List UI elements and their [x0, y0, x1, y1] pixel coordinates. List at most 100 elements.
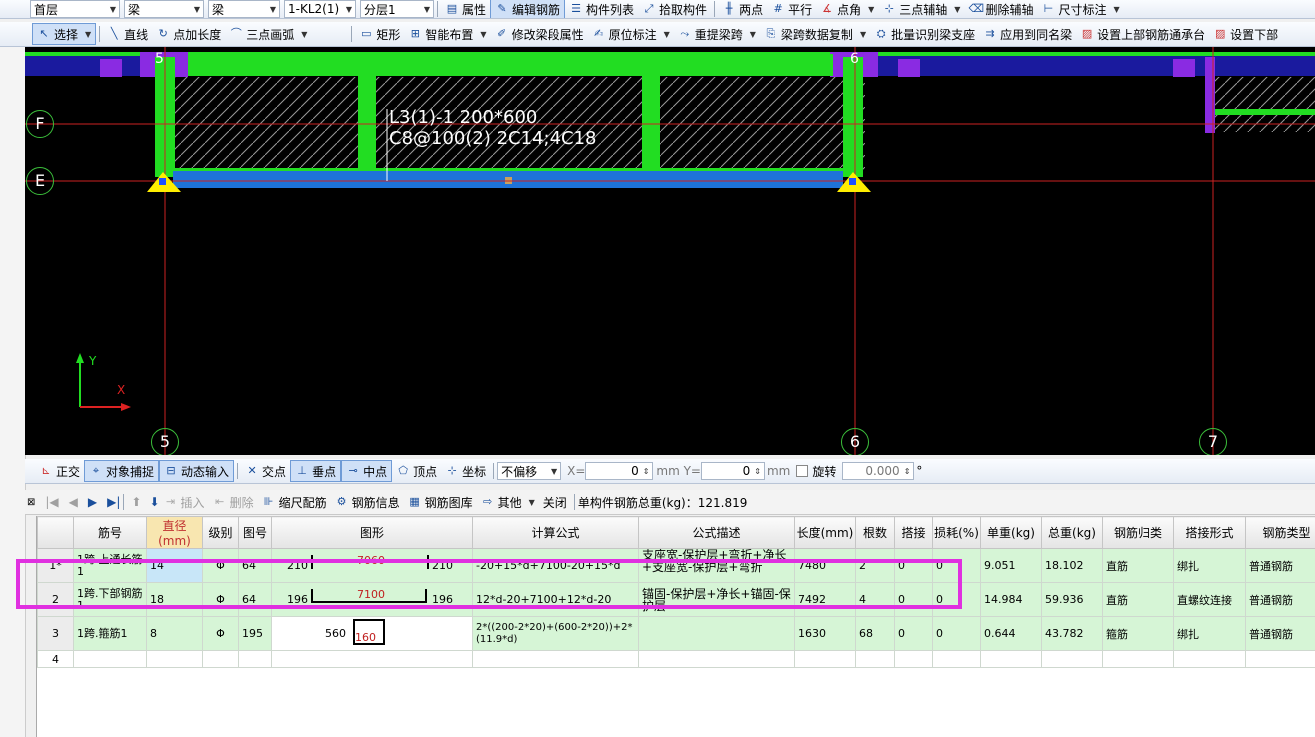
intersection-button[interactable]: ✕ 交点	[241, 461, 290, 481]
line-button[interactable]: ╲ 直线	[103, 24, 152, 44]
cell-loss[interactable]: 0	[932, 548, 981, 583]
cell-lap-type[interactable]: 绑扎	[1173, 616, 1246, 651]
header-name[interactable]: 筋号	[73, 516, 147, 549]
cell-rebar-type[interactable]: 普通钢筋	[1245, 616, 1315, 651]
point-angle-button[interactable]: ∡ 点角 ▼	[816, 0, 878, 18]
header-lap-type[interactable]: 搭接形式	[1173, 516, 1246, 549]
header-shape[interactable]: 图形	[271, 516, 473, 549]
point-length-button[interactable]: ↻ 点加长度	[152, 24, 225, 44]
cell-count[interactable]: 2	[855, 548, 895, 583]
member-list-button[interactable]: ☰ 构件列表	[565, 0, 638, 18]
cell-category[interactable]: 箍筋	[1102, 616, 1174, 651]
dimension-button[interactable]: ⊢ 尺寸标注 ▼	[1037, 0, 1123, 18]
coordinate-button[interactable]: ⊹ 坐标	[441, 461, 490, 481]
cell-category[interactable]: 直筋	[1102, 548, 1174, 583]
cell-loss[interactable]: 0	[932, 582, 981, 617]
empty-cell[interactable]	[146, 650, 203, 668]
cell-length[interactable]: 1630	[794, 616, 856, 651]
empty-cell[interactable]	[202, 650, 239, 668]
cell-diameter[interactable]: 8	[146, 616, 203, 651]
cell-name[interactable]: 1跨.箍筋1	[73, 616, 147, 651]
type1-select[interactable]: 梁 ▼	[124, 0, 204, 18]
perpendicular-button[interactable]: ⊥ 垂点	[290, 460, 342, 482]
original-mark-button[interactable]: ✍ 原位标注 ▼	[588, 24, 674, 44]
header-category[interactable]: 钢筋归类	[1102, 516, 1174, 549]
cell-formula[interactable]: 2*((200-2*20)+(600-2*20))+2*(11.9*d)	[472, 616, 639, 651]
table-row[interactable]: 3 1跨.箍筋1 8 Φ 195 560 160 2*((200-2*20)+(…	[37, 616, 1315, 651]
floor-select[interactable]: 首层 ▼	[30, 0, 120, 18]
two-points-button[interactable]: ╫ 两点	[718, 0, 767, 18]
insert-button[interactable]: ⇥ 插入	[160, 492, 209, 512]
row-index[interactable]: 2	[37, 582, 74, 617]
last-record-icon[interactable]: ▶|	[107, 495, 120, 509]
beam-annotation[interactable]: L3(1)-1 200*600 C8@100(2) 2C14;4C18	[389, 107, 597, 149]
cell-length[interactable]: 7480	[794, 548, 856, 583]
header-loss[interactable]: 损耗(%)	[932, 516, 981, 549]
cell-rebar-type[interactable]: 普通钢筋	[1245, 548, 1315, 583]
cell-figure-no[interactable]: 64	[238, 548, 272, 583]
close-button[interactable]: 关闭	[539, 492, 571, 512]
midpoint-button[interactable]: ⊸ 中点	[341, 460, 393, 482]
header-diameter[interactable]: 直径(mm)	[146, 516, 203, 549]
rotate-checkbox[interactable]	[796, 465, 809, 477]
modify-segment-button[interactable]: ✐ 修改梁段属性	[491, 24, 588, 44]
table-row[interactable]: 1* 1跨.上通长筋1 14 Φ 64 210 7060 210 -20+15*…	[37, 548, 1315, 583]
scale-rebar-button[interactable]: ⊪ 缩尺配筋	[258, 492, 331, 512]
empty-cell[interactable]	[1173, 650, 1246, 668]
empty-cell[interactable]	[794, 650, 856, 668]
empty-cell[interactable]	[932, 650, 981, 668]
dynamic-input-button[interactable]: ⊟ 动态输入	[159, 460, 235, 482]
cell-lap[interactable]: 0	[894, 582, 933, 617]
cell-unit-weight[interactable]: 9.051	[980, 548, 1042, 583]
cell-shape[interactable]: 196 7100 196	[271, 582, 473, 617]
y-input[interactable]: 0 ⇕	[700, 462, 765, 480]
cell-lap-type[interactable]: 直螺纹连接	[1173, 582, 1246, 617]
cell-description[interactable]: 支座宽-保护层+弯折+净长+支座宽-保护层+弯折	[638, 548, 795, 583]
rotate-input[interactable]: 0.000 ⇕	[842, 462, 915, 480]
table-row[interactable]: 2 1跨.下部钢筋1 18 Φ 64 196 7100 196 12*d-20+…	[37, 582, 1315, 617]
bottom-rebar-button[interactable]: ▨ 设置下部	[1209, 24, 1282, 44]
member-select[interactable]: 1-KL2(1) ▼	[284, 0, 356, 18]
cell-lap[interactable]: 0	[894, 616, 933, 651]
header-length[interactable]: 长度(mm)	[794, 516, 856, 549]
vertex-button[interactable]: ⬠ 顶点	[392, 461, 441, 481]
rectangle-button[interactable]: ▭ 矩形	[355, 24, 404, 44]
empty-cell[interactable]	[894, 650, 933, 668]
edit-rebar-button[interactable]: ✎ 编辑钢筋	[490, 0, 566, 18]
table-row-empty[interactable]: 4	[37, 650, 1315, 668]
row-index[interactable]: 1*	[37, 548, 74, 583]
cell-total-weight[interactable]: 43.782	[1041, 616, 1103, 651]
cell-lap-type[interactable]: 绑扎	[1173, 548, 1246, 583]
cell-total-weight[interactable]: 59.936	[1041, 582, 1103, 617]
cell-grade[interactable]: Φ	[202, 582, 239, 617]
header-total-weight[interactable]: 总重(kg)	[1041, 516, 1103, 549]
empty-cell[interactable]	[1041, 650, 1103, 668]
row-index[interactable]: 4	[37, 650, 74, 668]
x-input[interactable]: 0 ⇕	[585, 462, 654, 480]
cell-diameter[interactable]: 18	[146, 582, 203, 617]
copy-span-button[interactable]: ⎘ 梁跨数据复制 ▼	[760, 24, 870, 44]
ortho-button[interactable]: ⊾ 正交	[35, 461, 84, 481]
other-button[interactable]: ⇨ 其他 ▼	[477, 492, 539, 512]
layer-select[interactable]: 分层1 ▼	[360, 0, 434, 18]
cell-description[interactable]: 锚固-保护层+净长+锚固-保护层	[638, 582, 795, 617]
header-count[interactable]: 根数	[855, 516, 895, 549]
type2-select[interactable]: 梁 ▼	[208, 0, 280, 18]
next-record-icon[interactable]: ▶	[88, 495, 97, 509]
re-span-button[interactable]: ⤳ 重提梁跨 ▼	[674, 24, 760, 44]
row-index[interactable]: 3	[37, 616, 74, 651]
cell-diameter[interactable]: 14	[146, 548, 203, 583]
cell-length[interactable]: 7492	[794, 582, 856, 617]
move-up-icon[interactable]: ⬆	[131, 495, 141, 509]
parallel-button[interactable]: # 平行	[767, 0, 816, 18]
header-formula[interactable]: 计算公式	[472, 516, 639, 549]
cell-loss[interactable]: 0	[932, 616, 981, 651]
top-rebar-cap-button[interactable]: ▨ 设置上部钢筋通承台	[1076, 24, 1209, 44]
cell-grade[interactable]: Φ	[202, 548, 239, 583]
cell-formula[interactable]: 12*d-20+7100+12*d-20	[472, 582, 639, 617]
cell-shape[interactable]: 210 7060 210	[271, 548, 473, 583]
header-description[interactable]: 公式描述	[638, 516, 795, 549]
delete-button[interactable]: ⇤ 删除	[209, 492, 258, 512]
header-figure-no[interactable]: 图号	[238, 516, 272, 549]
offset-select[interactable]: 不偏移 ▼	[497, 462, 562, 480]
